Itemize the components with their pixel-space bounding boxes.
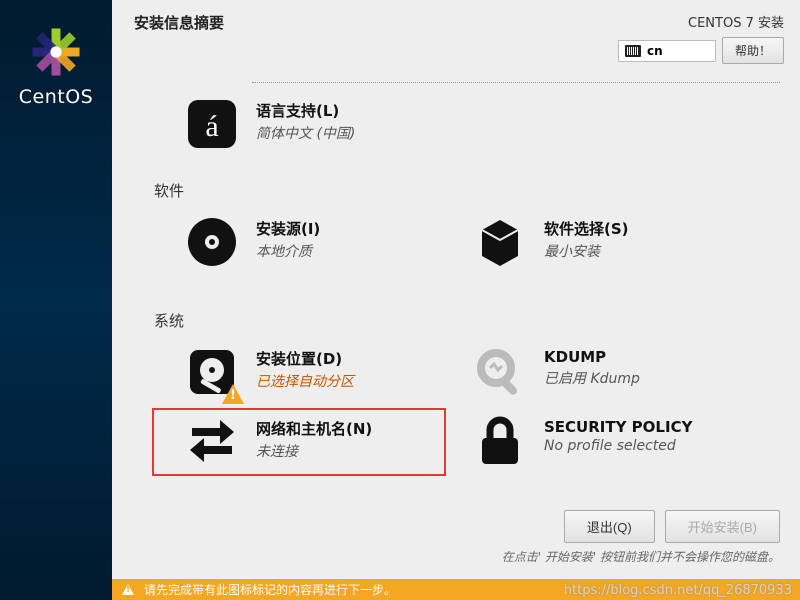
watermark: https://blog.csdn.net/qq_26870933 [564, 583, 792, 598]
spoke-sub: 已启用 Kdump [544, 368, 640, 388]
spoke-title: KDUMP [544, 348, 640, 366]
spoke-sub: 最小安装 [544, 241, 629, 261]
spoke-title: 语言支持(L) [256, 100, 355, 121]
brand-text: CentOS [19, 86, 93, 108]
spoke-sub: No profile selected [544, 438, 692, 454]
quit-button[interactable]: 退出(Q) [564, 510, 655, 543]
keyboard-layout: cn [647, 44, 663, 58]
spoke-title: SECURITY POLICY [544, 418, 692, 436]
language-icon: á [184, 96, 240, 152]
keyboard-indicator[interactable]: cn [618, 40, 716, 62]
spoke-security-policy[interactable]: SECURITY POLICY No profile selected [472, 414, 692, 470]
spoke-language-support[interactable]: á 语言支持(L) 简体中文 (中国) [184, 96, 355, 152]
magnifier-icon [472, 344, 528, 400]
main-panel: 安装信息摘要 CENTOS 7 安装 cn 帮助！ á 语言支持(L) 简体中文… [112, 0, 800, 579]
lock-icon [472, 414, 528, 470]
spoke-installation-destination[interactable]: 安装位置(D) 已选择自动分区 [184, 344, 354, 400]
spoke-network-hostname[interactable]: 网络和主机名(N) 未连接 [184, 414, 372, 470]
spoke-kdump[interactable]: KDUMP 已启用 Kdump [472, 344, 640, 400]
spoke-sub: 本地介质 [256, 241, 320, 261]
centos-logo-icon [28, 24, 84, 80]
page-title: 安装信息摘要 [134, 12, 224, 64]
content-area: á 语言支持(L) 简体中文 (中国) 软件 安装源(I) 本地介质 [112, 60, 800, 579]
category-software: 软件 [154, 180, 184, 201]
spoke-sub: 未连接 [256, 441, 372, 461]
warning-text: 请先完成带有此图标标记的内容再进行下一步。 [144, 581, 396, 598]
svg-text:á: á [205, 110, 218, 143]
footer-buttons: 退出(Q) 开始安装(B) [564, 510, 780, 543]
footer-note: 在点击' 开始安装' 按钮前我们并不会操作您的磁盘。 [502, 548, 780, 565]
package-icon [472, 214, 528, 270]
keyboard-icon [625, 45, 641, 57]
spoke-title: 安装源(I) [256, 218, 320, 239]
spoke-sub: 简体中文 (中国) [256, 123, 355, 143]
spoke-software-selection[interactable]: 软件选择(S) 最小安装 [472, 214, 629, 270]
spoke-title: 安装位置(D) [256, 348, 354, 369]
spoke-installation-source[interactable]: 安装源(I) 本地介质 [184, 214, 320, 270]
begin-install-button[interactable]: 开始安装(B) [665, 510, 780, 543]
installer-title: CENTOS 7 安装 [688, 12, 784, 31]
network-arrows-icon [184, 414, 240, 470]
hdd-icon [184, 344, 240, 400]
disc-icon [184, 214, 240, 270]
spoke-title: 软件选择(S) [544, 218, 629, 239]
sidebar: CentOS [0, 0, 112, 600]
category-system: 系统 [154, 310, 184, 331]
spoke-sub: 已选择自动分区 [256, 371, 354, 391]
divider [252, 82, 780, 83]
warning-icon [222, 384, 244, 404]
warning-icon [122, 584, 134, 595]
spoke-title: 网络和主机名(N) [256, 418, 372, 439]
